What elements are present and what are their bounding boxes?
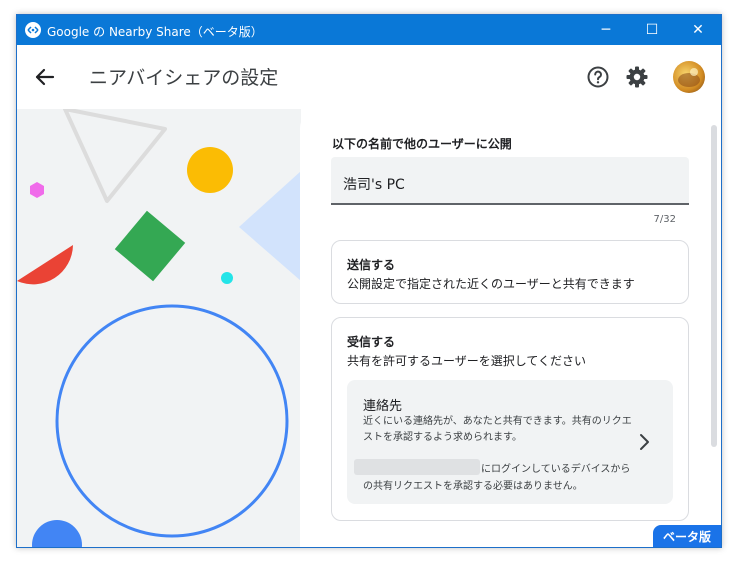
receive-title: 受信する <box>347 335 396 349</box>
triangle-shape <box>63 109 167 203</box>
gear-icon[interactable] <box>625 65 649 89</box>
cyan-dot-shape <box>221 272 233 284</box>
yellow-circle-shape <box>187 147 233 193</box>
app-bar: ニアバイシェアの設定 <box>17 45 721 109</box>
blue-ring-shape <box>55 304 289 538</box>
chevron-right-icon[interactable] <box>637 432 651 452</box>
help-icon[interactable] <box>586 65 610 89</box>
light-blue-diamond-shape <box>239 171 301 281</box>
minimize-button[interactable]: ─ <box>583 15 629 45</box>
device-name-value: 浩司's PC <box>343 177 405 193</box>
contacts-note-line1: にログインしているデバイスから <box>481 464 631 475</box>
settings-panel: 以下の名前で他のユーザーに公開 浩司's PC 7/32 送信する 公開設定で指… <box>300 110 721 547</box>
back-arrow-icon[interactable] <box>31 65 59 89</box>
decorative-illustration <box>17 109 301 547</box>
send-description: 公開設定で指定された近くのユーザーと共有できます <box>347 277 635 291</box>
send-card[interactable]: 送信する 公開設定で指定された近くのユーザーと共有できます <box>331 240 689 304</box>
receive-card: 受信する 共有を許可するユーザーを選択してください 連絡先 近くにいる連絡先が、… <box>331 317 689 521</box>
send-title: 送信する <box>347 258 396 272</box>
beta-badge: ベータ版 <box>653 525 721 547</box>
maximize-button[interactable]: ☐ <box>629 15 675 45</box>
char-counter: 7/32 <box>653 214 676 225</box>
blue-circle-shape <box>32 520 82 547</box>
receive-description: 共有を許可するユーザーを選択してください <box>347 354 587 368</box>
contacts-option[interactable]: 連絡先 近くにいる連絡先が、あなたと共有できます。共有のリクエストを承認するよう… <box>347 380 673 504</box>
window-title: Google の Nearby Share（ベータ版） <box>47 25 263 39</box>
contacts-title: 連絡先 <box>363 399 403 414</box>
contacts-note-line2: の共有リクエストを承認する必要はありません。 <box>363 481 583 492</box>
device-name-label: 以下の名前で他のユーザーに公開 <box>332 137 512 151</box>
page-title: ニアバイシェアの設定 <box>89 67 279 89</box>
scrollbar[interactable] <box>711 125 717 447</box>
avatar[interactable] <box>673 61 705 93</box>
close-button[interactable]: ✕ <box>675 15 721 45</box>
green-square-shape <box>114 210 186 282</box>
app-window: Google の Nearby Share（ベータ版） ─ ☐ ✕ ニアバイシェ… <box>16 14 722 548</box>
red-semicircle-shape <box>17 245 73 285</box>
pink-hexagon-shape <box>30 182 44 198</box>
nearby-share-app-icon <box>25 22 41 38</box>
blurred-account-name <box>354 459 480 475</box>
device-name-field[interactable]: 浩司's PC <box>331 157 689 205</box>
contacts-description: 近くにいる連絡先が、あなたと共有できます。共有のリクエストを承認するよう求められ… <box>363 416 632 443</box>
title-bar: Google の Nearby Share（ベータ版） ─ ☐ ✕ <box>17 15 721 45</box>
